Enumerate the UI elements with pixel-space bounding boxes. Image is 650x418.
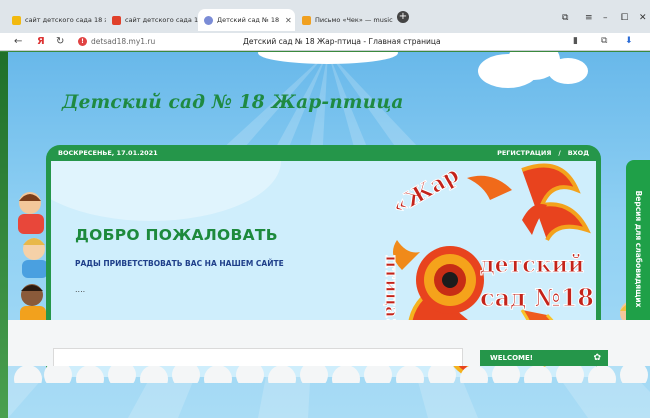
tab-title: Детский сад № 18 Жар	[217, 16, 279, 24]
mail-favicon-icon	[302, 15, 311, 25]
download-icon[interactable]: ⬇	[625, 36, 633, 46]
welcome-title: ДОБРО ПОЖАЛОВАТЬ	[75, 226, 278, 244]
address-bar: ← Я ↻ ! detsad18.my1.ru Детский сад № 18…	[0, 33, 650, 51]
menu-icon[interactable]: ≡	[585, 13, 593, 23]
bookmark-icon[interactable]: ▮	[573, 36, 578, 46]
login-link[interactable]: ВХОД	[568, 149, 589, 157]
new-tab-button[interactable]: +	[397, 11, 409, 23]
maximize-icon[interactable]: ⧠	[621, 13, 628, 23]
yandex-favicon-icon	[112, 15, 121, 25]
auth-links: РЕГИСТРАЦИЯ / ВХОД	[497, 149, 589, 157]
site-name[interactable]: Детский сад № 18 Жар-птица	[62, 92, 404, 113]
logo-word-top: «Жар	[388, 162, 464, 221]
warning-icon[interactable]: !	[78, 37, 87, 46]
page-title: Детский сад № 18 Жар-птица - Главная стр…	[243, 37, 441, 46]
tab-title: Письмо «Чек» — music@	[315, 16, 393, 24]
logo-word-bottom: птица»	[381, 255, 402, 329]
yandex-icon[interactable]: Я	[37, 36, 45, 48]
auth-separator: /	[558, 149, 561, 157]
logo-line-2: сад №18	[480, 283, 594, 312]
glow-decoration	[51, 161, 281, 221]
tab-title: сайт детского сада 18 эн	[125, 16, 198, 24]
register-link[interactable]: РЕГИСТРАЦИЯ	[497, 149, 551, 157]
close-tab-icon[interactable]: ✕	[285, 16, 292, 25]
back-icon[interactable]: ←	[14, 36, 22, 48]
yandex-favicon-icon	[12, 15, 21, 25]
minimize-icon[interactable]: –	[603, 13, 608, 23]
tab-title: сайт детского сада 18 эн	[25, 16, 106, 24]
url-field[interactable]: detsad18.my1.ru	[91, 37, 155, 46]
reader-icon[interactable]: ⧉	[601, 36, 607, 46]
accessibility-label: Версия для слабовидящих	[634, 190, 643, 308]
browser-tab-1[interactable]: сайт детского сада 18 эн	[6, 9, 106, 31]
main-content-panel	[53, 348, 463, 366]
current-date: ВОСКРЕСЕНЬЕ, 17.01.2021	[58, 149, 158, 157]
browser-tab-active[interactable]: Детский сад № 18 Жар ✕	[198, 9, 295, 31]
welcome-block-header: WELCOME! ✿	[480, 350, 608, 366]
accessibility-tab[interactable]: Версия для слабовидящих	[626, 160, 650, 338]
welcome-text: ....	[75, 285, 86, 294]
browser-tab-bar: сайт детского сада 18 эн сайт детского с…	[0, 0, 650, 33]
welcome-subtitle: РАДЫ ПРИВЕТСТВОВАТЬ ВАС НА НАШЕМ САЙТЕ	[75, 259, 284, 268]
browser-tab-4[interactable]: Письмо «Чек» — music@	[296, 9, 393, 31]
desktop-edge	[0, 52, 8, 418]
close-window-icon[interactable]: ✕	[639, 13, 647, 23]
site-favicon-icon	[204, 15, 213, 25]
collections-icon[interactable]: ⧉	[562, 13, 568, 23]
browser-tab-2[interactable]: сайт детского сада 18 эн	[106, 9, 198, 31]
reload-icon[interactable]: ↻	[56, 36, 64, 48]
logo-line-1: детский	[480, 252, 584, 278]
cloud-decoration	[548, 58, 588, 84]
welcome-block-title: WELCOME!	[490, 354, 533, 362]
settings-gear-icon[interactable]: ✿	[593, 350, 601, 366]
